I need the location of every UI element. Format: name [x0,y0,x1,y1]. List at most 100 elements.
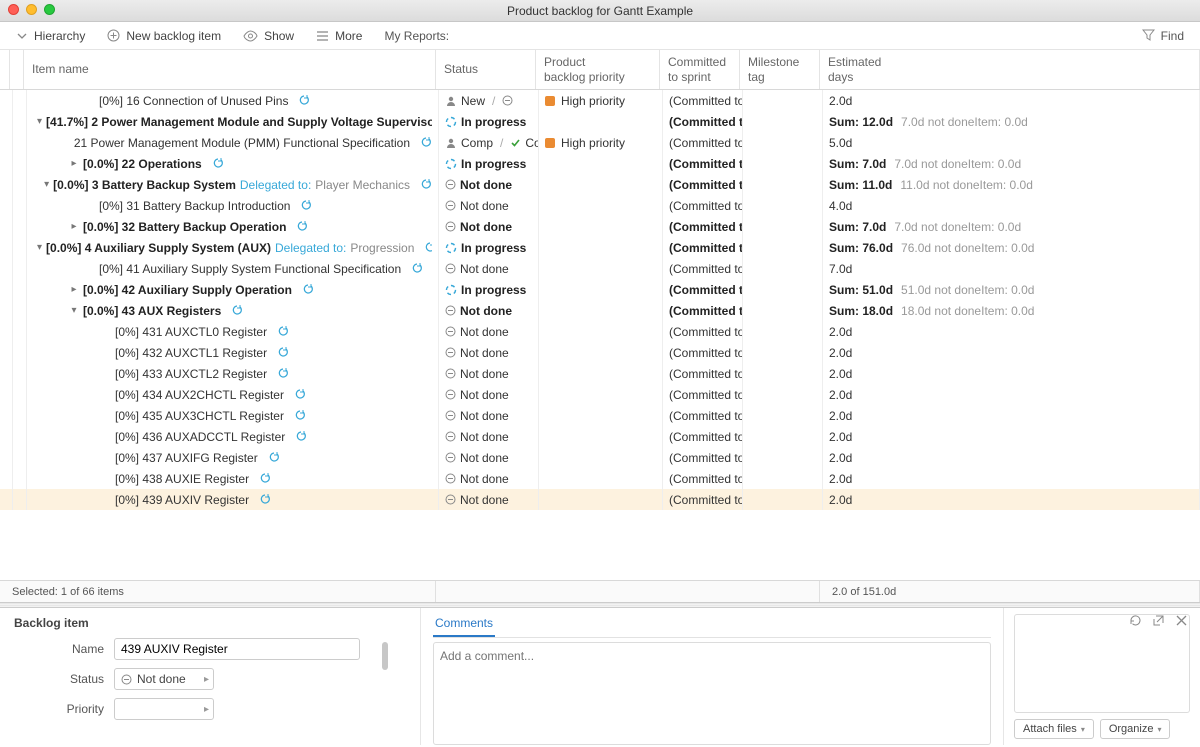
estimated-cell[interactable]: 5.0d [823,132,1200,153]
table-row[interactable]: [0%] 435 AUX3CHCTL RegisterNot done(Comm… [0,405,1200,426]
header-estimated[interactable]: Estimateddays [820,50,1200,89]
new-backlog-item-button[interactable]: New backlog item [101,26,227,46]
milestone-cell[interactable] [743,258,823,279]
priority-cell[interactable] [539,195,663,216]
header-committed[interactable]: Committedto sprint [660,50,740,89]
priority-cell[interactable] [539,426,663,447]
popout-icon[interactable] [1152,614,1165,627]
status-cell[interactable]: Not done [439,195,539,216]
priority-cell[interactable] [539,447,663,468]
estimated-cell[interactable]: Sum: 76.0d76.0d not doneItem: 0.0d [823,237,1200,258]
estimated-cell[interactable]: Sum: 12.0d7.0d not doneItem: 0.0d [823,111,1200,132]
committed-cell[interactable]: (Committed to pla [663,216,743,237]
header-priority[interactable]: Productbacklog priority [536,50,660,89]
estimated-cell[interactable]: 2.0d [823,405,1200,426]
status-cell[interactable]: Comp/Comp [439,132,539,153]
status-cell[interactable]: Not done [439,321,539,342]
estimated-cell[interactable]: 2.0d [823,489,1200,510]
milestone-cell[interactable] [743,111,823,132]
committed-cell[interactable]: (Committed to pla [663,405,743,426]
estimated-cell[interactable]: 2.0d [823,426,1200,447]
estimated-cell[interactable]: 7.0d [823,258,1200,279]
committed-cell[interactable]: (Committed to pla [663,321,743,342]
status-cell[interactable]: Not done [439,342,539,363]
estimated-cell[interactable]: 2.0d [823,384,1200,405]
table-row[interactable]: ▾[0.0%] 3 Battery Backup System Delegate… [0,174,1200,195]
status-cell[interactable]: Not done [439,174,539,195]
committed-cell[interactable]: (Committed to pla [663,426,743,447]
header-item-name[interactable]: Item name [24,50,436,89]
milestone-cell[interactable] [743,279,823,300]
milestone-cell[interactable] [743,489,823,510]
zoom-window-button[interactable] [44,4,55,15]
priority-cell[interactable] [539,489,663,510]
status-cell[interactable]: In progress [439,279,539,300]
expand-toggle[interactable]: ▾ [37,242,42,253]
priority-cell[interactable] [539,258,663,279]
milestone-cell[interactable] [743,90,823,111]
expand-toggle[interactable]: ▸ [69,221,79,232]
status-cell[interactable]: Not done [439,258,539,279]
milestone-cell[interactable] [743,363,823,384]
table-row[interactable]: ▾[0.0%] 4 Auxiliary Supply System (AUX) … [0,237,1200,258]
status-cell[interactable]: Not done [439,384,539,405]
minimize-window-button[interactable] [26,4,37,15]
committed-cell[interactable]: (Committed to pla [663,447,743,468]
table-row[interactable]: ▾[41.7%] 2 Power Management Module and S… [0,111,1200,132]
priority-cell[interactable] [539,405,663,426]
milestone-cell[interactable] [743,216,823,237]
committed-cell[interactable]: (Committed to pla [663,258,743,279]
priority-cell[interactable] [539,279,663,300]
committed-cell[interactable]: (Committed to pla [663,237,743,258]
name-input[interactable] [114,638,360,660]
expand-toggle[interactable]: ▸ [69,158,79,169]
status-cell[interactable]: Not done [439,468,539,489]
priority-cell[interactable] [539,237,663,258]
comments-tab[interactable]: Comments [433,614,495,637]
table-row[interactable]: ▸[0.0%] 22 OperationsIn progress(Committ… [0,153,1200,174]
milestone-cell[interactable] [743,321,823,342]
committed-cell[interactable]: (Committed to pla [663,342,743,363]
more-button[interactable]: More [310,26,368,46]
table-row[interactable]: [0%] 434 AUX2CHCTL RegisterNot done(Comm… [0,384,1200,405]
table-row[interactable]: [0%] 432 AUXCTL1 RegisterNot done(Commit… [0,342,1200,363]
table-row[interactable]: ▾[0.0%] 43 AUX RegistersNot done(Committ… [0,300,1200,321]
milestone-cell[interactable] [743,342,823,363]
committed-cell[interactable]: (Committed to pla [663,300,743,321]
milestone-cell[interactable] [743,468,823,489]
priority-cell[interactable] [539,216,663,237]
status-cell[interactable]: Not done [439,363,539,384]
find-button[interactable]: Find [1136,26,1190,46]
status-cell[interactable]: In progress [439,237,539,258]
comment-input[interactable] [433,642,991,745]
refresh-icon[interactable] [1129,614,1142,627]
status-cell[interactable]: Not done [439,489,539,510]
priority-cell[interactable] [539,300,663,321]
status-cell[interactable]: In progress [439,111,539,132]
attach-files-button[interactable]: Attach files▾ [1014,719,1094,739]
committed-cell[interactable]: (Committed to pla [663,363,743,384]
estimated-cell[interactable]: 2.0d [823,447,1200,468]
milestone-cell[interactable] [743,174,823,195]
milestone-cell[interactable] [743,153,823,174]
close-window-button[interactable] [8,4,19,15]
estimated-cell[interactable]: 2.0d [823,321,1200,342]
status-cell[interactable]: Not done [439,300,539,321]
expand-toggle[interactable]: ▾ [44,179,49,190]
estimated-cell[interactable]: Sum: 7.0d7.0d not doneItem: 0.0d [823,153,1200,174]
milestone-cell[interactable] [743,447,823,468]
table-row[interactable]: 21 Power Management Module (PMM) Functio… [0,132,1200,153]
estimated-cell[interactable]: 2.0d [823,90,1200,111]
table-row[interactable]: [0%] 31 Battery Backup IntroductionNot d… [0,195,1200,216]
status-cell[interactable]: Not done [439,447,539,468]
show-button[interactable]: Show [237,26,300,46]
table-row[interactable]: [0%] 439 AUXIV RegisterNot done(Committe… [0,489,1200,510]
committed-cell[interactable]: (Committed to pla [663,153,743,174]
close-icon[interactable] [1175,614,1188,627]
my-reports-label[interactable]: My Reports: [384,29,449,43]
milestone-cell[interactable] [743,384,823,405]
status-cell[interactable]: In progress [439,153,539,174]
estimated-cell[interactable]: Sum: 11.0d11.0d not doneItem: 0.0d [823,174,1200,195]
header-status[interactable]: Status [436,50,536,89]
table-row[interactable]: [0%] 41 Auxiliary Supply System Function… [0,258,1200,279]
